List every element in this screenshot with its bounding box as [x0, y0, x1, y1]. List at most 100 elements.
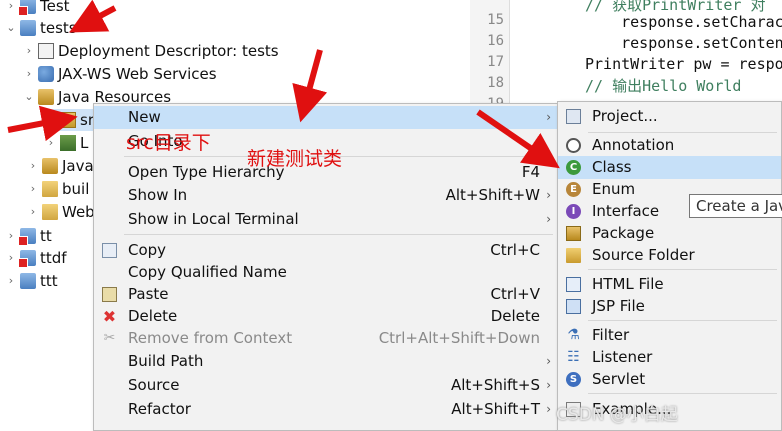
chevron-right-icon[interactable]: ›	[4, 270, 18, 292]
tree-item-build[interactable]: › buil	[26, 178, 90, 200]
tree-item-tt[interactable]: › tt	[4, 225, 52, 247]
line-number-gutter: 15 16 17 18 19	[470, 0, 510, 112]
chevron-right-icon[interactable]: ›	[26, 201, 40, 223]
menu-item-copy-qualified-name[interactable]: Copy Qualified Name	[94, 261, 557, 284]
folder-icon	[42, 181, 58, 197]
menu-item-show-in[interactable]: Show In Alt+Shift+W ›	[94, 184, 557, 207]
menu-item-refactor[interactable]: Refactor Alt+Shift+T ›	[94, 398, 557, 421]
delete-icon: ✖	[102, 307, 117, 326]
code-editor[interactable]: 15 16 17 18 19 // 获取PrintWriter 对 respon…	[470, 0, 782, 112]
menu-item-label: Package	[592, 224, 655, 242]
tree-item-deployment-descriptor[interactable]: › Deployment Descriptor: tests	[22, 40, 279, 62]
remove-context-icon: ✂	[103, 330, 116, 346]
menu-item-label: Class	[592, 158, 632, 176]
submenu-item-package[interactable]: Package	[558, 222, 781, 245]
menu-item-label: HTML File	[592, 275, 664, 293]
chevron-down-icon[interactable]: ⌄	[44, 109, 58, 131]
menu-item-copy[interactable]: Copy Ctrl+C	[94, 239, 557, 262]
submenu-item-filter[interactable]: ⚗ Filter	[558, 324, 781, 347]
menu-item-accelerator: Alt+Shift+T	[451, 400, 540, 418]
paste-icon	[102, 287, 117, 302]
menu-separator	[588, 132, 777, 133]
menu-item-label: Show in Local Terminal	[128, 210, 299, 228]
servlet-icon: S	[566, 372, 581, 387]
menu-item-label: Copy Qualified Name	[128, 263, 287, 281]
menu-item-build-path[interactable]: Build Path ›	[94, 350, 557, 373]
tree-item-javascript[interactable]: › Java	[26, 155, 94, 177]
tree-item-test[interactable]: › Test	[4, 0, 70, 17]
project-icon	[18, 0, 36, 16]
menu-item-new[interactable]: New ›	[94, 106, 557, 129]
project-icon	[18, 250, 36, 268]
tree-item-libraries[interactable]: › L	[44, 132, 89, 154]
menu-item-paste[interactable]: Paste Ctrl+V	[94, 283, 557, 306]
submenu-item-annotation[interactable]: Annotation	[558, 134, 781, 157]
menu-item-delete[interactable]: ✖ Delete Delete	[94, 305, 557, 328]
menu-item-accelerator: Alt+Shift+S	[450, 376, 540, 394]
menu-item-label: Project...	[592, 107, 658, 125]
interface-icon: I	[566, 204, 581, 219]
tree-item-label: Web	[62, 203, 95, 221]
menu-item-label: Enum	[592, 180, 636, 198]
tree-item-label: L	[80, 134, 89, 152]
menu-item-label: Listener	[592, 348, 653, 366]
menu-item-label: Servlet	[592, 370, 646, 388]
chevron-right-icon[interactable]: ›	[26, 155, 40, 177]
chevron-right-icon: ›	[546, 402, 551, 416]
submenu-item-html-file[interactable]: HTML File	[558, 273, 781, 296]
class-tooltip: Create a Java	[689, 194, 782, 218]
tree-item-jaxws[interactable]: › JAX-WS Web Services	[22, 63, 217, 85]
folder-icon	[42, 204, 58, 220]
chevron-right-icon[interactable]: ›	[26, 178, 40, 200]
menu-item-remove-from-context[interactable]: ✂ Remove from Context Ctrl+Alt+Shift+Dow…	[94, 327, 557, 350]
tree-item-tests[interactable]: ⌄ tests	[4, 17, 76, 39]
class-icon: C	[566, 160, 581, 175]
jsp-file-icon	[566, 299, 581, 314]
web-services-icon	[38, 66, 54, 82]
line-number: 18	[487, 75, 504, 91]
menu-item-label: Show In	[128, 186, 188, 204]
menu-item-label: JSP File	[592, 297, 645, 315]
java-resources-icon	[42, 158, 58, 174]
chevron-right-icon[interactable]: ›	[22, 40, 36, 62]
enum-icon: E	[566, 182, 581, 197]
menu-item-label: Source	[128, 376, 180, 394]
submenu-item-jsp-file[interactable]: JSP File	[558, 295, 781, 318]
menu-item-show-in-local-terminal[interactable]: Show in Local Terminal ›	[94, 208, 557, 231]
tree-item-webcontent[interactable]: › Web	[26, 201, 95, 223]
chevron-right-icon: ›	[546, 354, 551, 368]
chevron-right-icon[interactable]: ›	[4, 0, 18, 17]
chevron-right-icon: ›	[546, 110, 551, 124]
tree-item-label: sr	[80, 111, 94, 129]
chevron-right-icon[interactable]: ›	[44, 132, 58, 154]
submenu-item-project[interactable]: Project...	[558, 105, 781, 128]
submenu-item-source-folder[interactable]: Source Folder	[558, 244, 781, 267]
tree-item-ttt[interactable]: › ttt	[4, 270, 58, 292]
chevron-down-icon[interactable]: ⌄	[4, 17, 18, 39]
submenu-item-class[interactable]: C Class	[558, 156, 781, 179]
menu-item-label: Source Folder	[592, 246, 695, 264]
chevron-right-icon[interactable]: ›	[22, 63, 36, 85]
menu-item-label: New	[128, 108, 161, 126]
menu-item-source[interactable]: Source Alt+Shift+S ›	[94, 374, 557, 397]
menu-separator	[588, 393, 777, 394]
copy-icon	[102, 243, 117, 258]
line-number: 16	[487, 33, 504, 49]
annotation-src-dir: src目录下	[126, 132, 211, 154]
tree-item-src[interactable]: ⌄ sr	[44, 109, 94, 131]
menu-item-label: Interface	[592, 202, 660, 220]
tree-item-label: Test	[40, 0, 70, 15]
annotation-new-class: 新建测试类	[247, 148, 343, 170]
code-line: PrintWriter pw = respo	[585, 55, 782, 73]
html-file-icon	[566, 277, 581, 292]
tree-item-label: ttdf	[40, 249, 67, 267]
tree-item-ttdf[interactable]: › ttdf	[4, 247, 67, 269]
menu-item-accelerator: Ctrl+V	[490, 285, 540, 303]
chevron-right-icon[interactable]: ›	[4, 247, 18, 269]
submenu-item-listener[interactable]: ☷ Listener	[558, 346, 781, 369]
project-icon	[20, 20, 36, 36]
chevron-right-icon[interactable]: ›	[4, 225, 18, 247]
chevron-down-icon[interactable]: ⌄	[22, 86, 36, 108]
submenu-item-servlet[interactable]: S Servlet	[558, 368, 781, 391]
menu-item-label: Annotation	[592, 136, 675, 154]
